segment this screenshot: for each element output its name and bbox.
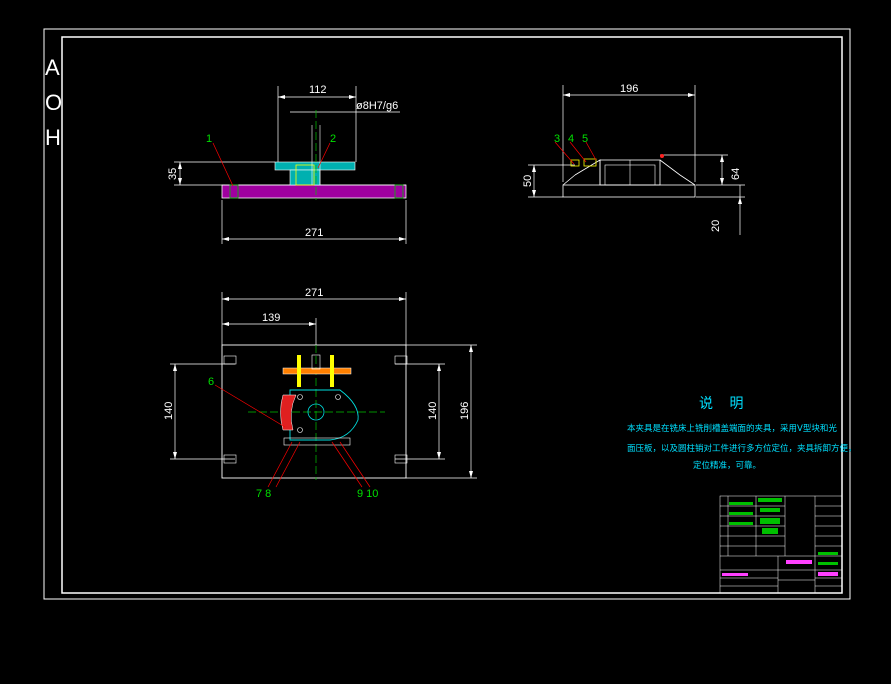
side-label-3: 3: [554, 133, 560, 145]
side-label-4: 4: [568, 133, 574, 145]
technical-notes: 说 明 本夹具是在铣床上铣削槽盖端面的夹具，采用V型块和光 面压板，以及圆柱销对…: [627, 396, 857, 471]
side-dim-196: 196: [620, 83, 638, 95]
front-label-2: 2: [330, 133, 336, 145]
side-dim-20: 20: [710, 220, 722, 232]
title-block: [719, 495, 843, 594]
front-dim-271: 271: [305, 227, 323, 239]
notes-line-3: 定位精准，可靠。: [693, 460, 761, 471]
notes-line-2: 面压板，以及圆柱销对工件进行多方位定位，夹具拆卸方便，: [627, 443, 857, 454]
notes-title: 说 明: [699, 396, 749, 412]
side-letter-o: O: [45, 90, 62, 115]
inner-frame: [61, 36, 843, 594]
plan-dim-139: 139: [262, 312, 280, 324]
side-label-5: 5: [582, 133, 588, 145]
side-dim-50: 50: [522, 175, 534, 187]
plan-view: 271 139 140 140 196 6 7 8 9 10: [163, 287, 477, 500]
plan-dim-140-left: 140: [163, 402, 175, 420]
front-dim-35: 35: [167, 168, 179, 180]
front-view: 112 ø8H7/g6 35 271 1 2: [167, 84, 407, 244]
front-dim-fit: ø8H7/g6: [356, 100, 398, 112]
title-block-marks: [722, 498, 838, 576]
plan-label-7-8: 7 8: [256, 488, 271, 500]
cad-drawing: A O H 112 ø8H7/g6 35 271 1 2 196 50 64 2…: [43, 28, 857, 600]
plan-label-6: 6: [208, 376, 214, 388]
notes-line-1: 本夹具是在铣床上铣削槽盖端面的夹具，采用V型块和光: [627, 423, 837, 434]
side-letters: A O H: [45, 55, 62, 150]
front-dim-112: 112: [309, 84, 327, 96]
plan-dim-196: 196: [459, 402, 471, 420]
side-letter-a: A: [45, 55, 60, 80]
front-label-1: 1: [206, 133, 212, 145]
side-dim-64: 64: [730, 168, 742, 180]
side-letter-h: H: [45, 125, 61, 150]
plan-dim-140-right: 140: [427, 402, 439, 420]
plan-dim-271: 271: [305, 287, 323, 299]
plan-label-9-10: 9 10: [357, 488, 378, 500]
side-view: 196 50 64 20 3 4 5: [522, 83, 745, 235]
